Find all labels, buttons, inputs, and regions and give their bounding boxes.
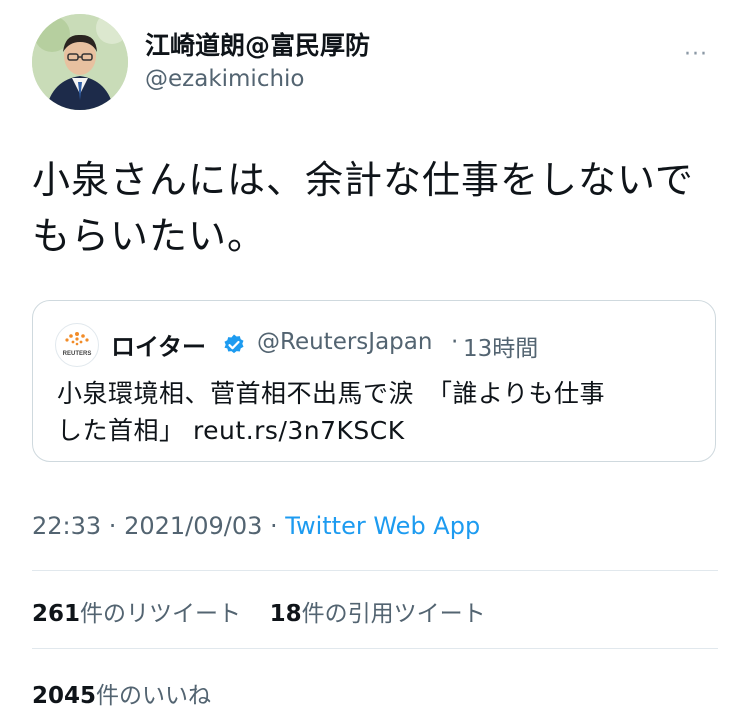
retweets-stat[interactable]: 261件のリツイート [32, 601, 241, 627]
quotes-count: 18 [269, 601, 302, 627]
quoted-author-name[interactable]: ロイター [111, 327, 206, 362]
retweets-count: 261 [32, 601, 81, 627]
tweet-text-line-1: 小泉さんには、余計な仕事をしないで [32, 158, 694, 202]
reuters-logo-icon: REUTERS [63, 332, 92, 357]
quotes-stat[interactable]: 18件の引用ツイート [270, 601, 486, 627]
meta-separator: · [262, 512, 286, 540]
tweet-time[interactable]: 22:33 [32, 512, 101, 540]
tweet-text-line-2: もらいたい。 [32, 214, 267, 258]
retweets-label: 件のリツイート [80, 601, 242, 627]
author-handle[interactable]: @ezakimichio [145, 66, 305, 92]
quoted-text-line-1: 小泉環境相、菅首相不出馬で涙 「誰よりも仕事 [57, 379, 606, 408]
author-display-name[interactable]: 江崎道朗@富民厚防 [145, 26, 370, 62]
avatar-photo [32, 14, 128, 110]
quoted-text-line-2: した首相」 reut.rs/3n7KSCK [57, 416, 405, 445]
quotes-label: 件の引用ツイート [301, 601, 486, 627]
tweet-meta: 22:33 · 2021/09/03 · Twitter Web App [32, 512, 480, 540]
meta-separator: · [101, 512, 125, 540]
quoted-author-handle[interactable]: @ReutersJapan [257, 329, 432, 355]
divider [32, 570, 718, 571]
author-avatar[interactable] [32, 14, 128, 110]
reuters-logo-text: REUTERS [63, 351, 92, 357]
likes-label: 件のいいね [96, 683, 212, 709]
divider [32, 648, 718, 649]
quoted-separator: · [451, 329, 459, 355]
tweet-date[interactable]: 2021/09/03 [124, 512, 262, 540]
verified-badge-icon [224, 334, 244, 354]
tweet-source-link[interactable]: Twitter Web App [285, 512, 480, 540]
tweet-text: 小泉さんには、余計な仕事をしないで もらいたい。 [32, 152, 732, 264]
likes-count: 2045 [32, 683, 97, 709]
quoted-tweet-text: 小泉環境相、菅首相不出馬で涙 「誰よりも仕事 した首相」 reut.rs/3n7… [57, 375, 697, 449]
reuters-logo: REUTERS [55, 323, 99, 367]
likes-stat[interactable]: 2045件のいいね [32, 676, 211, 710]
more-options-icon[interactable]: ··· [684, 42, 708, 67]
engagement-stats: 261件のリツイート 18件の引用ツイート [32, 594, 486, 628]
quoted-timestamp[interactable]: 13時間 [463, 329, 538, 363]
quoted-tweet-card[interactable]: REUTERS ロイター @ReutersJapan · 13時間 小泉環境相、… [32, 300, 716, 462]
